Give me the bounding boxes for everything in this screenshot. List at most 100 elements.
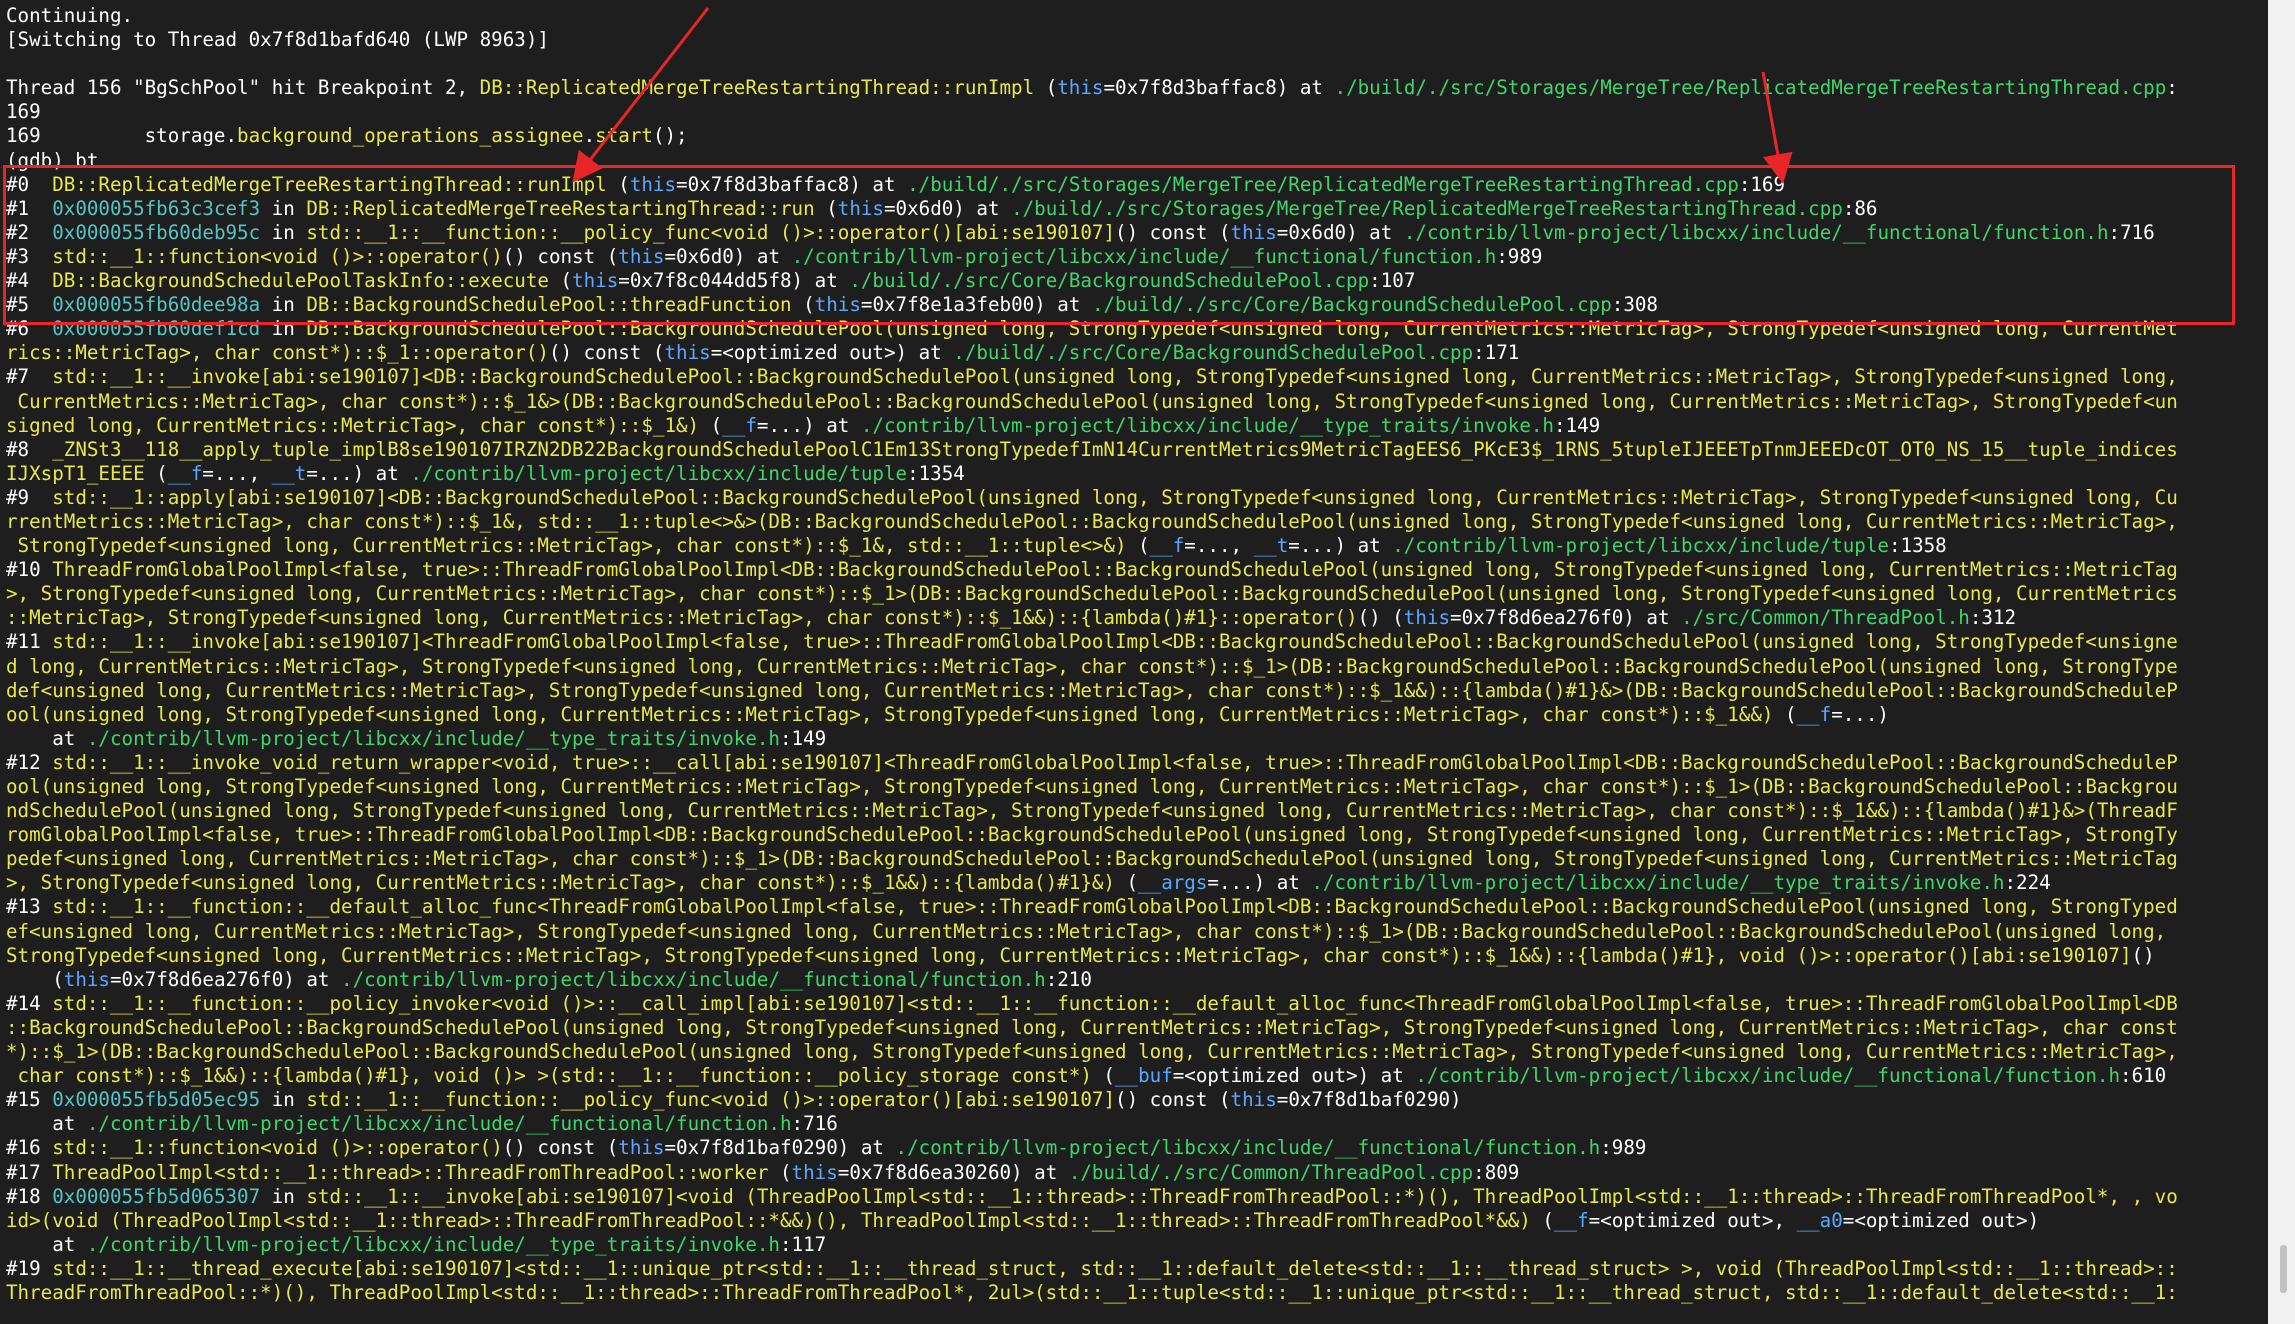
terminal-segment: ./contrib/llvm-project/libcxx/include/__… bbox=[1415, 1064, 2121, 1088]
terminal-segment: :312 bbox=[1969, 606, 2017, 630]
scrollbar-track[interactable] bbox=[2268, 0, 2295, 1324]
terminal-segment: this bbox=[791, 1160, 838, 1184]
terminal-segment: :107 bbox=[1369, 269, 1416, 293]
terminal-segment: #7 bbox=[6, 365, 53, 389]
scrollbar-thumb[interactable] bbox=[2280, 1245, 2287, 1293]
terminal-segment: in bbox=[260, 1088, 307, 1112]
terminal-segment: :809 bbox=[1473, 1160, 1520, 1184]
terminal-line: #14 std::__1::__function::__policy_invok… bbox=[6, 992, 2268, 1016]
terminal-line: #1 0x000055fb63c3cef3 in DB::ReplicatedM… bbox=[6, 197, 2268, 221]
terminal-segment: =..., bbox=[1184, 534, 1254, 558]
terminal-segment: ( bbox=[548, 269, 573, 293]
terminal-segment: #8 bbox=[6, 437, 53, 461]
terminal-segment: () ( bbox=[1357, 606, 1404, 630]
terminal-segment: ( bbox=[814, 196, 838, 220]
terminal-segment: :308 bbox=[1611, 293, 1658, 317]
terminal-segment: #6 bbox=[6, 317, 53, 341]
terminal-segment: romGlobalPoolImpl<false, true>::ThreadFr… bbox=[6, 823, 2178, 847]
terminal-segment: pedef<unsigned long, CurrentMetrics::Met… bbox=[6, 847, 2178, 871]
terminal-segment: this bbox=[1403, 606, 1451, 630]
terminal-segment: #18 bbox=[6, 1184, 53, 1208]
terminal-line: rrentMetrics::MetricTag>, char const*)::… bbox=[6, 510, 2268, 534]
terminal-line: IJXspT1_EEEE (__f=..., __t=...) at ./con… bbox=[6, 462, 2268, 486]
terminal-segment: (); bbox=[652, 124, 688, 148]
terminal-segment: this bbox=[1230, 1088, 1277, 1112]
terminal-line: CurrentMetrics::MetricTag>, char const*)… bbox=[6, 390, 2268, 414]
terminal-segment: ( bbox=[1126, 534, 1150, 558]
terminal-segment: ./contrib/llvm-project/libcxx/include/__… bbox=[341, 967, 1046, 991]
terminal-segment: () const ( bbox=[1115, 220, 1231, 244]
terminal-segment: 0x000055fb60dee98a bbox=[52, 293, 261, 317]
terminal-line: ::MetricTag>, StrongTypedef<unsigned lon… bbox=[6, 606, 2268, 630]
terminal-segment: *)::$_1>(DB::BackgroundSchedulePool::Bac… bbox=[6, 1040, 2178, 1064]
terminal-segment: ./contrib/llvm-project/libcxx/include/__… bbox=[791, 244, 1497, 268]
terminal-segment: =<optimized out>) bbox=[1842, 1208, 2040, 1232]
terminal-segment: ./build/./src/Core/BackgroundSchedulePoo… bbox=[953, 341, 1474, 365]
terminal-segment: DB::ReplicatedMergeTreeRestartingThread:… bbox=[479, 76, 1035, 100]
terminal-line: signed long, CurrentMetrics::MetricTag>,… bbox=[6, 414, 2268, 438]
terminal-line: ool(unsigned long, StrongTypedef<unsigne… bbox=[6, 703, 2268, 727]
terminal-segment: ./contrib/llvm-project/libcxx/include/tu… bbox=[410, 461, 908, 485]
terminal-segment: >, StrongTypedef<unsigned long, CurrentM… bbox=[6, 871, 1115, 895]
terminal-line: #3 std::__1::function<void ()>::operator… bbox=[6, 245, 2268, 269]
terminal-line: 169 bbox=[6, 100, 2268, 124]
terminal-segment: ( bbox=[1530, 1208, 1554, 1232]
terminal-segment: ::MetricTag>, StrongTypedef<unsigned lon… bbox=[6, 606, 1358, 630]
terminal-segment: #17 bbox=[6, 1160, 53, 1184]
terminal-segment: __f bbox=[722, 413, 757, 437]
terminal-segment: 0x000055fb63c3cef3 bbox=[52, 196, 261, 220]
terminal-segment: d long, CurrentMetrics::MetricTag>, Stro… bbox=[6, 654, 2178, 678]
terminal-segment: =<optimized out>) at bbox=[1172, 1064, 1416, 1088]
terminal-segment: #5 bbox=[6, 293, 53, 317]
terminal-segment: this bbox=[629, 172, 677, 196]
terminal-segment: >, StrongTypedef<unsigned long, CurrentM… bbox=[6, 582, 2178, 606]
terminal-segment: __t bbox=[271, 461, 307, 485]
terminal-segment: #12 bbox=[6, 750, 53, 774]
terminal-line: char const*)::$_1&&)::{lambda()#1}, void… bbox=[6, 1064, 2268, 1088]
terminal-segment: ./build/./src/Storages/MergeTree/Replica… bbox=[1011, 196, 1843, 220]
terminal-segment: =0x7f8e1a3feb00) at bbox=[860, 293, 1092, 317]
terminal-line: ool(unsigned long, StrongTypedef<unsigne… bbox=[6, 775, 2268, 799]
terminal-segment: () bbox=[2131, 943, 2155, 967]
terminal-line: Continuing. bbox=[6, 4, 2268, 28]
terminal-segment: :86 bbox=[1842, 196, 1878, 220]
terminal-segment: [Switching to Thread 0x7f8d1bafd640 (LWP… bbox=[6, 28, 549, 52]
terminal-segment: =0x7f8d1baf0290) bbox=[1276, 1088, 1462, 1112]
terminal-line: #0 DB::ReplicatedMergeTreeRestartingThre… bbox=[6, 173, 2268, 197]
terminal-line: ::BackgroundSchedulePool::BackgroundSche… bbox=[6, 1016, 2268, 1040]
terminal-segment: __f bbox=[1796, 702, 1832, 726]
terminal-segment: #9 bbox=[6, 485, 53, 509]
terminal-segment: background_operations_assignee bbox=[237, 124, 584, 148]
terminal-segment: ./contrib/llvm-project/libcxx/include/tu… bbox=[1392, 534, 1889, 558]
terminal-segment: #1 bbox=[6, 196, 53, 220]
terminal-segment: DB::BackgroundSchedulePool::threadFuncti… bbox=[306, 293, 792, 317]
terminal-segment: DB::BackgroundSchedulePoolTaskInfo::exec… bbox=[52, 269, 549, 293]
terminal-segment: IJXspT1_EEEE bbox=[6, 461, 145, 485]
terminal-segment: this bbox=[618, 244, 665, 268]
terminal-output[interactable]: Continuing. [Switching to Thread 0x7f8d1b… bbox=[0, 0, 2268, 1324]
terminal-line: pedef<unsigned long, CurrentMetrics::Met… bbox=[6, 847, 2268, 871]
terminal-segment: in bbox=[260, 220, 307, 244]
terminal-segment: 169 storage. bbox=[6, 124, 238, 148]
terminal-segment: id>(void (ThreadPoolImpl<std::__1::threa… bbox=[6, 1208, 1531, 1232]
terminal-segment: ThreadFromGlobalPoolImpl<false, true>::T… bbox=[52, 558, 2178, 582]
terminal-segment: . bbox=[583, 124, 596, 148]
terminal-segment: :117 bbox=[780, 1232, 827, 1256]
terminal-segment: #19 bbox=[6, 1256, 53, 1280]
terminal-segment: :149 bbox=[780, 726, 827, 750]
terminal-segment: ( bbox=[699, 413, 723, 437]
terminal-segment: std::__1::__function::__policy_func<void… bbox=[306, 1088, 1116, 1112]
terminal-segment: =0x7f8d6ea276f0) at bbox=[109, 967, 342, 991]
terminal-segment: ( bbox=[1091, 1064, 1115, 1088]
terminal-segment: 0x000055fb60deb95c bbox=[52, 220, 261, 244]
terminal-segment: ThreadPoolImpl<std::__1::thread>::Thread… bbox=[52, 1160, 769, 1184]
terminal-segment: () const ( bbox=[502, 1136, 619, 1160]
terminal-segment: __f bbox=[167, 461, 203, 485]
terminal-line: #11 std::__1::__invoke[abi:se190107]<Thr… bbox=[6, 630, 2268, 654]
terminal-line: ThreadFromThreadPool::*)(), ThreadPoolIm… bbox=[6, 1281, 2268, 1305]
terminal-segment: ./build/./src/Core/BackgroundSchedulePoo… bbox=[849, 269, 1370, 293]
terminal-segment: this bbox=[618, 1136, 665, 1160]
terminal-segment: #3 bbox=[6, 244, 53, 268]
terminal-segment: =...) bbox=[1831, 702, 1889, 726]
terminal-segment: #4 bbox=[6, 269, 53, 293]
